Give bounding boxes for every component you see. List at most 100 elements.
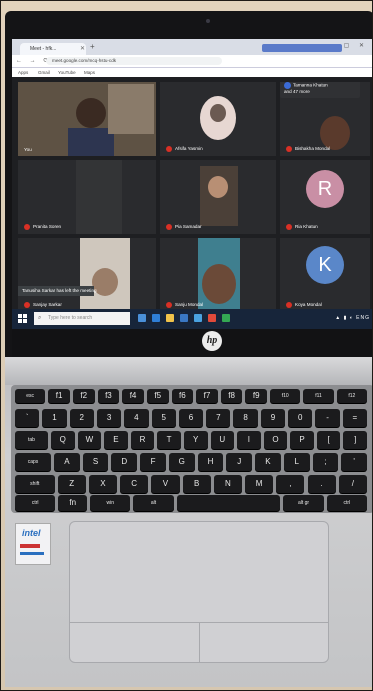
key-t[interactable]: T	[157, 431, 181, 449]
key-g[interactable]: G	[168, 453, 195, 471]
key-symbol[interactable]: =	[342, 409, 367, 427]
key-f6[interactable]: f6	[171, 389, 194, 403]
app-icon[interactable]	[208, 314, 216, 322]
key-4[interactable]: 4	[124, 409, 149, 427]
key-f12[interactable]: f12	[336, 389, 367, 403]
taskbar-search-input[interactable]: ⌕ Type here to search	[34, 312, 130, 325]
key-x[interactable]: X	[88, 475, 118, 493]
windows-start-icon[interactable]	[18, 314, 28, 324]
key-7[interactable]: 7	[206, 409, 231, 427]
store-icon[interactable]	[180, 314, 188, 322]
photo-frame: Meet - hfk... ✕ + — ▢ ✕ ← → ⟳ meet.googl…	[0, 0, 373, 691]
key-9[interactable]: 9	[260, 409, 286, 427]
key-f4[interactable]: f4	[122, 389, 144, 403]
touchpad[interactable]	[69, 521, 329, 663]
key-alt[interactable]: alt	[133, 495, 174, 511]
key-caps[interactable]: caps	[15, 453, 52, 471]
key-q[interactable]: Q	[51, 431, 75, 449]
key-3[interactable]: 3	[96, 409, 122, 427]
key-o[interactable]: O	[263, 431, 288, 449]
participants-notice[interactable]: Tamanna Khatun and 47 more	[280, 82, 360, 98]
key-a[interactable]: A	[54, 453, 80, 471]
system-tray[interactable]: ▲ ▮ ◐ ENG	[335, 315, 370, 321]
key-e[interactable]: E	[104, 431, 128, 449]
intel-logo: intel	[22, 528, 41, 538]
key-symbol[interactable]: [	[316, 431, 341, 449]
key-n[interactable]: N	[213, 475, 242, 493]
participant-tile: R Ria Khatun	[280, 160, 370, 234]
key-8[interactable]: 8	[233, 409, 258, 427]
key-i[interactable]: I	[237, 431, 261, 449]
key-v[interactable]: V	[151, 475, 180, 493]
mic-off-icon	[166, 224, 172, 230]
key-esc[interactable]: esc	[15, 389, 46, 403]
key-f7[interactable]: f7	[196, 389, 218, 403]
participant-name: Sanjay Sarkar	[24, 302, 62, 308]
key-shift[interactable]: shift	[15, 475, 55, 493]
key-ctrl[interactable]: ctrl	[326, 495, 367, 511]
key-z[interactable]: Z	[57, 475, 86, 493]
keyboard: esc f1 f2 f3 f4 f5 f6 f7 f8 f9 f10 f11 f12 ` 1 2 3 4 5 6 7 8 9…	[11, 385, 372, 513]
key-s[interactable]: S	[82, 453, 109, 471]
key-h[interactable]: H	[197, 453, 224, 471]
hp-logo: hp	[202, 331, 222, 351]
key-l[interactable]: L	[283, 453, 310, 471]
key-5[interactable]: 5	[151, 409, 176, 427]
key-space[interactable]	[176, 495, 281, 511]
browser-tab[interactable]: Meet - hfk... ✕	[20, 43, 86, 55]
key-u[interactable]: U	[210, 431, 235, 449]
key-f5[interactable]: f5	[146, 389, 169, 403]
url-field[interactable]: meet.google.com/mcq-hstu-cdk	[46, 57, 222, 65]
key-symbol[interactable]: `	[15, 409, 40, 427]
edge-icon[interactable]	[152, 314, 160, 322]
bookmark-maps[interactable]: Maps	[84, 69, 95, 76]
key-ctrl[interactable]: ctrl	[15, 495, 56, 511]
key-m[interactable]: M	[245, 475, 274, 493]
key-symbol[interactable]: /	[338, 475, 367, 493]
key-r[interactable]: R	[130, 431, 155, 449]
key-symbol[interactable]: -	[315, 409, 340, 427]
key-p[interactable]: P	[290, 431, 314, 449]
key-f[interactable]: F	[140, 453, 166, 471]
key-tab[interactable]: tab	[15, 431, 48, 449]
key-1[interactable]: 1	[42, 409, 67, 427]
key-f9[interactable]: f9	[245, 389, 268, 403]
key-altgr[interactable]: alt gr	[283, 495, 324, 511]
key-6[interactable]: 6	[178, 409, 204, 427]
key-symbol[interactable]: .	[307, 475, 336, 493]
key-symbol[interactable]: ,	[276, 475, 305, 493]
bookmark-youtube[interactable]: YouTube	[58, 69, 76, 76]
key-f2[interactable]: f2	[72, 389, 95, 403]
key-f10[interactable]: f10	[270, 389, 301, 403]
task-view-icon[interactable]	[138, 314, 146, 322]
key-f11[interactable]: f11	[303, 389, 334, 403]
participant-name: Sanju Mondal	[166, 302, 203, 308]
new-tab-icon[interactable]: +	[90, 42, 95, 51]
file-explorer-icon[interactable]	[166, 314, 174, 322]
key-symbol[interactable]: '	[341, 453, 367, 471]
key-win[interactable]: win	[90, 495, 131, 511]
key-j[interactable]: J	[226, 453, 253, 471]
mail-icon[interactable]	[194, 314, 202, 322]
key-c[interactable]: C	[120, 475, 149, 493]
bookmark-apps[interactable]: Apps	[18, 69, 28, 76]
key-0[interactable]: 0	[288, 409, 313, 427]
notice-badge-icon	[284, 82, 291, 89]
bookmark-gmail[interactable]: Gmail	[38, 69, 50, 76]
key-b[interactable]: B	[182, 475, 211, 493]
key-f3[interactable]: f3	[97, 389, 120, 403]
key-d[interactable]: D	[111, 453, 138, 471]
key-k[interactable]: K	[255, 453, 281, 471]
key-f1[interactable]: f1	[48, 389, 70, 403]
key-y[interactable]: Y	[183, 431, 208, 449]
chrome-icon[interactable]	[222, 314, 230, 322]
key-symbol[interactable]: ]	[343, 431, 367, 449]
key-fn[interactable]: fn	[58, 495, 88, 511]
key-w[interactable]: W	[77, 431, 102, 449]
key-2[interactable]: 2	[69, 409, 94, 427]
key-f8[interactable]: f8	[220, 389, 243, 403]
participant-tile: You	[18, 82, 156, 156]
meet-top-controls[interactable]	[262, 44, 342, 52]
key-symbol[interactable]: ;	[312, 453, 339, 471]
close-tab-icon[interactable]: ✕	[80, 43, 85, 55]
